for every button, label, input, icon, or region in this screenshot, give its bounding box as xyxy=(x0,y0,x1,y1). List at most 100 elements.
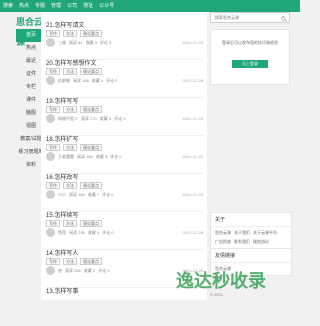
about-link[interactable]: 广告投放 xyxy=(215,239,231,245)
article-title[interactable]: 13.怎样写事 xyxy=(46,286,78,295)
tag-badge[interactable]: 方法 xyxy=(63,258,77,265)
tag-badge[interactable]: 写作 xyxy=(46,68,60,75)
meta-likes: 收藏 3 xyxy=(85,40,97,45)
article-tags: 写作 方法 理论要点 xyxy=(46,144,102,151)
article-title[interactable]: 16.怎样改写 xyxy=(46,172,78,181)
article-tags: 写作 方法 理论要点 xyxy=(46,106,102,113)
meta-comments: 评论 0 xyxy=(99,40,112,45)
tag-badge[interactable]: 理论要点 xyxy=(80,144,102,151)
tag-badge[interactable]: 写作 xyxy=(46,144,60,151)
tag-badge[interactable]: 理论要点 xyxy=(80,106,102,113)
search-icon[interactable] xyxy=(281,9,287,27)
about-link[interactable]: 联系我们 xyxy=(234,239,250,245)
top-nav-item[interactable]: 管理 xyxy=(51,2,61,10)
about-link[interactable]: 关于我们 xyxy=(234,230,250,236)
meta-likes: 收藏 2 xyxy=(83,268,96,273)
article-title[interactable]: 20.怎样写感想作文 xyxy=(46,58,96,67)
avatar[interactable] xyxy=(46,152,55,161)
top-nav-links: 搜索 热点 专题 管理 公司 地址 公众号 xyxy=(3,2,114,10)
avatar[interactable] xyxy=(46,38,55,47)
about-title: 关于 xyxy=(211,213,291,227)
top-nav-item[interactable]: 公众号 xyxy=(99,2,114,10)
top-nav-item[interactable]: 地址 xyxy=(83,2,93,10)
tag-badge[interactable]: 理论要点 xyxy=(80,30,102,37)
top-nav-item[interactable]: 专题 xyxy=(35,2,45,10)
about-link[interactable]: 关于云课平台 xyxy=(253,230,277,236)
meta-comments: 评论 0 xyxy=(106,78,118,83)
article-item[interactable]: 19.怎样写写 写作 方法 理论要点 网络不是人 阅读 279 收藏 3 评论 0 2021-1… xyxy=(46,96,203,136)
meta-views: 阅读 256 xyxy=(65,268,81,273)
article-meta: 小小 阅读 269 收藏 7 评论 0 xyxy=(46,190,113,199)
meta-comments: 评论 0 xyxy=(102,230,114,235)
meta-likes: 收藏 3 xyxy=(95,154,108,159)
meta-views: 阅读 168 xyxy=(73,78,89,83)
tag-badge[interactable]: 写作 xyxy=(46,220,60,227)
article-title[interactable]: 19.怎样写写 xyxy=(46,96,78,105)
meta-author[interactable]: 小小 xyxy=(58,190,66,199)
tag-badge[interactable]: 方法 xyxy=(63,220,77,227)
meta-author[interactable]: 伯爵猫 xyxy=(58,76,70,85)
copyright-text: © 2021 xyxy=(210,292,223,297)
meta-views: 阅读 264 xyxy=(77,154,93,159)
tag-badge[interactable]: 理论要点 xyxy=(80,182,102,189)
article-tags: 写作 方法 理论要点 xyxy=(46,182,102,189)
meta-author[interactable]: 哈 xyxy=(58,266,62,275)
top-nav-item[interactable]: 热点 xyxy=(19,2,29,10)
article-title[interactable]: 15.怎样续写 xyxy=(46,210,78,219)
login-button[interactable]: 马上登录 xyxy=(232,60,268,68)
meta-author[interactable]: 王者雷霆 xyxy=(58,152,74,161)
article-title[interactable]: 18.怎样扩写 xyxy=(46,134,78,143)
article-item[interactable]: 15.怎样续写 写作 方法 理论要点 雪莲 阅读 295 收藏 4 评论 0 2021-12-2… xyxy=(46,210,203,250)
article-title[interactable]: 21.怎样写请文 xyxy=(46,20,84,29)
article-meta: 网络不是人 阅读 279 收藏 3 评论 0 xyxy=(46,114,125,123)
tag-badge[interactable]: 理论要点 xyxy=(80,68,102,75)
meta-author[interactable]: 网络不是人 xyxy=(58,114,78,123)
top-navigation-bar: 搜索 热点 专题 管理 公司 地址 公众号 xyxy=(0,0,300,12)
meta-likes: 收藏 7 xyxy=(87,192,100,197)
meta-comments: 评论 0 xyxy=(98,268,110,273)
article-item[interactable]: 18.怎样扩写 写作 方法 理论要点 王者雷霆 阅读 264 收藏 3 评论 0 2021-12… xyxy=(46,134,203,174)
avatar[interactable] xyxy=(46,190,55,199)
top-nav-item[interactable]: 公司 xyxy=(67,2,77,10)
tag-badge[interactable]: 写作 xyxy=(46,30,60,37)
avatar[interactable] xyxy=(46,114,55,123)
right-column: 登录后可以发布您的技巧和经验 马上登录 xyxy=(210,12,290,85)
article-date: 2021-12-28 xyxy=(182,78,203,83)
tag-badge[interactable]: 写作 xyxy=(46,182,60,189)
login-card: 登录后可以发布您的技巧和经验 马上登录 xyxy=(210,29,290,85)
tag-badge[interactable]: 写作 xyxy=(46,106,60,113)
meta-comments: 评论 0 xyxy=(102,192,114,197)
about-link[interactable]: 思合云课 xyxy=(215,230,231,236)
article-date: 2021-12-28 xyxy=(182,230,203,235)
tag-badge[interactable]: 理论要点 xyxy=(80,220,102,227)
tag-badge[interactable]: 方法 xyxy=(63,106,77,113)
watermark-text: 逸达秒收录 xyxy=(176,271,266,291)
avatar[interactable] xyxy=(46,76,55,85)
tag-badge[interactable]: 方法 xyxy=(63,144,77,151)
top-nav-item[interactable]: 搜索 xyxy=(3,2,13,10)
avatar[interactable] xyxy=(46,266,55,275)
meta-views: 阅读 295 xyxy=(69,230,85,235)
search-input[interactable] xyxy=(213,14,277,21)
meta-author[interactable]: 雪莲 xyxy=(58,228,66,237)
tag-badge[interactable]: 方法 xyxy=(63,30,77,37)
article-item[interactable]: 16.怎样改写 写作 方法 理论要点 小小 阅读 269 收藏 7 评论 0 2021-12-2… xyxy=(46,172,203,212)
search-box[interactable] xyxy=(210,12,290,23)
meta-views: 阅读 279 xyxy=(81,116,97,121)
tag-badge[interactable]: 写作 xyxy=(46,258,60,265)
article-title[interactable]: 14.怎样写人 xyxy=(46,248,78,257)
about-link[interactable]: 服务协议 xyxy=(253,239,269,245)
article-item[interactable]: 21.怎样写请文 写作 方法 理论要点 三顺 阅读 51 收藏 3 评论 0 2021-12-2… xyxy=(46,20,203,60)
meta-comments: 评论 0 xyxy=(114,116,126,121)
tag-badge[interactable]: 方法 xyxy=(63,68,77,75)
article-item[interactable]: 20.怎样写感想作文 写作 方法 理论要点伯爵猫 阅读 168 收藏 4 评论 0 2021-… xyxy=(46,58,203,98)
meta-views: 阅读 51 xyxy=(69,40,83,45)
article-date: 2021-12-28 xyxy=(182,116,203,121)
meta-author[interactable]: 三顺 xyxy=(58,38,66,47)
avatar[interactable] xyxy=(46,228,55,237)
meta-comments: 评论 0 xyxy=(110,154,122,159)
meta-views: 阅读 269 xyxy=(69,192,85,197)
tag-badge[interactable]: 方法 xyxy=(63,182,77,189)
tag-badge[interactable]: 理论要点 xyxy=(80,258,102,265)
meta-likes: 收藏 4 xyxy=(91,78,104,83)
